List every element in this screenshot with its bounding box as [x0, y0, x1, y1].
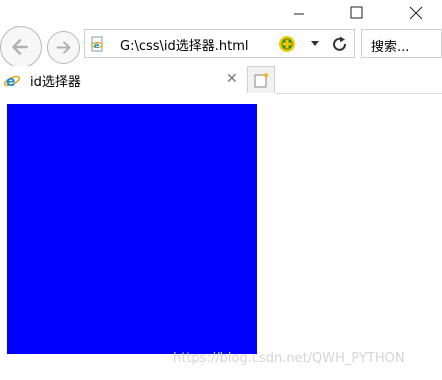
tab-active[interactable]: e id选择器 ✕ [0, 66, 246, 94]
maximize-icon [350, 6, 363, 19]
back-button[interactable] [0, 26, 42, 68]
chevron-down-icon[interactable] [310, 40, 320, 48]
search-box[interactable]: 搜索... [361, 29, 442, 58]
close-window-button[interactable] [402, 4, 430, 24]
compatibility-view-icon[interactable] [278, 35, 296, 53]
new-tab-button[interactable] [247, 66, 275, 93]
tab-strip: e id选择器 ✕ [0, 64, 442, 94]
address-url[interactable]: G:\css\id选择器.html [120, 35, 249, 54]
address-bar[interactable]: e G:\css\id选择器.html [84, 29, 355, 58]
svg-text:e: e [94, 41, 100, 50]
tab-close-icon[interactable]: ✕ [226, 71, 240, 87]
minimize-button[interactable] [285, 4, 313, 24]
back-arrow-icon [12, 39, 28, 55]
new-tab-icon [254, 72, 269, 88]
navigation-bar: e G:\css\id选择器.html 搜索... [0, 26, 442, 68]
window-titlebar [0, 0, 442, 28]
page-content [0, 94, 442, 380]
refresh-icon[interactable] [331, 36, 349, 54]
tab-title: id选择器 [30, 75, 81, 90]
ie-logo-icon: e [3, 74, 21, 89]
svg-text:e: e [6, 74, 16, 89]
close-icon [409, 6, 423, 20]
watermark: https://blog.csdn.net/QWH_PYTHON [173, 351, 405, 366]
blue-box [7, 104, 257, 354]
minimize-icon [294, 13, 304, 15]
forward-arrow-icon [56, 41, 71, 54]
search-placeholder[interactable]: 搜索... [371, 36, 409, 55]
ie-page-icon: e [91, 36, 103, 52]
maximize-button[interactable] [342, 4, 370, 24]
forward-button[interactable] [47, 31, 80, 64]
